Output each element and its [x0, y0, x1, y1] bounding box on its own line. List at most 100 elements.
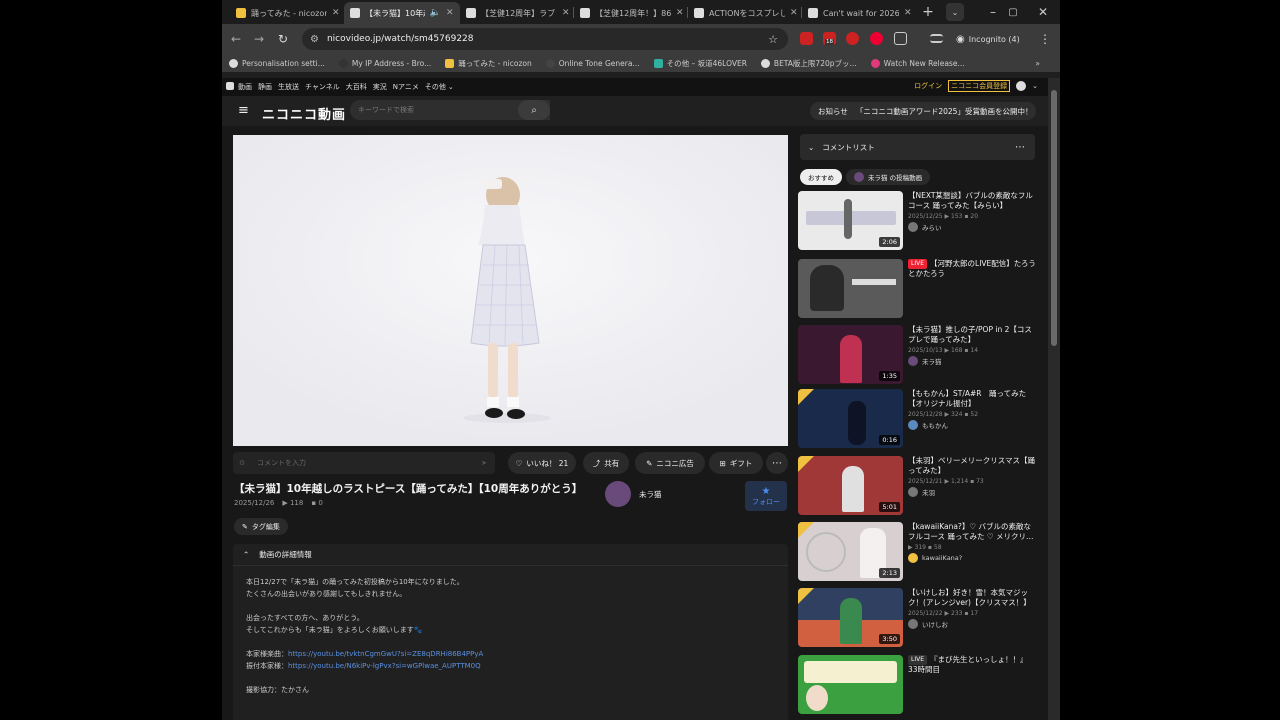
close-icon[interactable]: ✕	[904, 8, 912, 18]
extension-icon-1[interactable]	[800, 32, 813, 45]
recommendation-title[interactable]: LIVE 『まび先生といっしょ！！』33時間目	[908, 655, 1036, 675]
comment-list-header[interactable]: ⌄ コメントリスト ⋯	[800, 134, 1035, 160]
more-actions-icon[interactable]: ⋯	[766, 452, 788, 474]
nav-channel[interactable]: チャンネル	[305, 82, 340, 92]
uploader[interactable]: 未ラ猫	[605, 481, 662, 507]
extensions-puzzle-icon[interactable]	[894, 32, 907, 45]
nav-seiga[interactable]: 静画	[258, 82, 272, 92]
close-icon[interactable]: ✕	[790, 8, 798, 18]
tab-1[interactable]: 【未ラ猫】10年越しの 🔈 ✕	[344, 2, 460, 24]
bookmark-0[interactable]: Personalisation setti...	[229, 58, 325, 68]
bookmark-5[interactable]: BETA版上限720pブッ...	[760, 58, 857, 69]
recommendation-author[interactable]: 未羽	[908, 487, 1036, 497]
recommendation-author[interactable]: みらい	[908, 222, 1036, 232]
notice-banner[interactable]: お知らせ 「ニコニコ動画アワード2025」受賞動画を公開中！	[810, 102, 1036, 120]
recommendation-item[interactable]: 2:13 【kawaiiKana?】♡ バブルの素敵なフルコース 踊ってみた ♡…	[798, 522, 1038, 586]
forward-icon[interactable]: →	[250, 30, 268, 48]
video-thumbnail[interactable]: 5:01	[798, 456, 903, 515]
reading-list-icon[interactable]	[930, 34, 943, 43]
uploader-avatar[interactable]	[605, 481, 631, 507]
back-icon[interactable]: ←	[227, 30, 245, 48]
comment-settings-icon[interactable]: ⚙	[239, 459, 245, 467]
recommendation-item[interactable]: 5:01 【未羽】ベリーメリークリスマス【踊ってみた】 2025/12/21 ▶…	[798, 456, 1038, 520]
tab-search-icon[interactable]: ⌄	[946, 3, 964, 21]
niconico-logo[interactable]: ニコニコ動画	[262, 104, 346, 123]
choreo-link[interactable]: https://youtu.be/N6kiPv-lgPvx?si=wGPlwae…	[288, 662, 481, 670]
video-player[interactable]	[233, 135, 788, 446]
recommendation-title[interactable]: 【未ラ猫】推しの子/POP in 2【コスプレで踊ってみた】	[908, 325, 1036, 345]
recommendation-item[interactable]: 0:16 【ももかん】ST/A#R 踊ってみた【オリジナル振付】 2025/12…	[798, 389, 1038, 453]
recommendation-title[interactable]: LIVE 【河野太郎のLIVE配信】たろうとかたろう	[908, 259, 1036, 279]
video-thumbnail[interactable]	[798, 655, 903, 714]
video-thumbnail[interactable]: 1:35	[798, 325, 903, 384]
recommendation-title[interactable]: 【kawaiiKana?】♡ バブルの素敵なフルコース 踊ってみた ♡ メリクリ…	[908, 522, 1036, 542]
scrollbar-thumb[interactable]	[1051, 90, 1057, 346]
close-icon[interactable]: ✕	[332, 8, 340, 18]
bookmark-6[interactable]: Watch New Release...	[870, 58, 965, 68]
tab-2[interactable]: 【芝健12周年】ラブレ ✕	[460, 2, 576, 24]
bookmark-4[interactable]: その他 – 坂道46LOVER	[653, 58, 747, 69]
recommendation-title[interactable]: 【NEXT某懇談】バブルの素敵なフルコース 踊ってみた【みらい】	[908, 191, 1036, 211]
nav-live[interactable]: 生放送	[278, 82, 299, 92]
details-header[interactable]: ⌃ 動画の詳細情報	[233, 544, 788, 566]
recommendation-author[interactable]: kawaiiKana?	[908, 553, 1036, 563]
menu-dots-icon[interactable]: ⋮	[1036, 30, 1054, 48]
bookmarks-overflow-button[interactable]: »	[1035, 59, 1040, 68]
video-thumbnail[interactable]	[798, 259, 903, 318]
recommendation-item[interactable]: 1:35 【未ラ猫】推しの子/POP in 2【コスプレで踊ってみた】 2025…	[798, 325, 1038, 389]
recommendation-title[interactable]: 【ももかん】ST/A#R 踊ってみた【オリジナル振付】	[908, 389, 1036, 409]
tab-5[interactable]: Can't wait for 2026 ✕	[802, 2, 918, 24]
recommendation-item[interactable]: LIVE 『まび先生といっしょ！！』33時間目	[798, 655, 1038, 719]
nav-nanime[interactable]: Nアニメ	[393, 82, 419, 92]
video-thumbnail[interactable]: 0:16	[798, 389, 903, 448]
bookmark-3[interactable]: Online Tone Genera...	[545, 58, 640, 68]
chip-recommended[interactable]: おすすめ	[800, 169, 842, 185]
close-icon[interactable]: ✕	[676, 8, 684, 18]
minimize-icon[interactable]: –	[984, 3, 1002, 21]
send-icon[interactable]: ➤	[481, 459, 487, 467]
chip-uploader-videos[interactable]: 未ラ猫 の投稿動画	[846, 169, 931, 185]
login-link[interactable]: ログイン	[914, 81, 942, 91]
hamburger-menu-icon[interactable]: ≡	[238, 103, 249, 118]
recommendation-author[interactable]: 未ラ猫	[908, 356, 1036, 366]
user-avatar-icon[interactable]	[1016, 81, 1027, 91]
extension-icon-2[interactable]: 18	[823, 32, 836, 45]
comment-input[interactable]: ⚙ コメントを入力 ➤	[233, 452, 495, 474]
video-thumbnail[interactable]: 2:13	[798, 522, 903, 581]
bookmark-1[interactable]: My IP Address - Bro...	[338, 58, 431, 68]
tab-4[interactable]: ACTIONをコスプレし ✕	[688, 2, 804, 24]
incognito-indicator[interactable]: ◉ Incognito (4)	[956, 30, 1020, 48]
register-link[interactable]: ニコニコ会員登録	[948, 80, 1011, 92]
search-button[interactable]: ⌕	[518, 100, 550, 120]
extension-icon-3[interactable]	[846, 32, 859, 45]
follow-button[interactable]: ★ フォロー	[745, 481, 787, 511]
recommendation-author[interactable]: いけしお	[908, 619, 1036, 629]
close-window-icon[interactable]: ✕	[1034, 3, 1052, 21]
share-button[interactable]: ⤴ 共有	[583, 452, 629, 474]
niconico-home-icon[interactable]	[226, 82, 234, 90]
nico-ad-button[interactable]: ✎ ニコニ広告	[635, 452, 705, 474]
gift-button[interactable]: ⊞ ギフト	[709, 452, 763, 474]
video-thumbnail[interactable]: 2:06	[798, 191, 903, 250]
close-icon[interactable]: ✕	[446, 8, 454, 18]
reload-icon[interactable]: ↻	[274, 30, 292, 48]
original-song-link[interactable]: https://youtu.be/tvktnCgmGwU?si=ZE8qDRHi…	[288, 650, 483, 658]
recommendation-item[interactable]: LIVE 【河野太郎のLIVE配信】たろうとかたろう	[798, 259, 1038, 323]
recommendation-author[interactable]: ももかん	[908, 420, 1036, 430]
close-icon[interactable]: ✕	[562, 8, 570, 18]
nav-douga[interactable]: 動画	[238, 82, 252, 92]
maximize-icon[interactable]: ▢	[1004, 3, 1022, 21]
video-thumbnail[interactable]: 3:50	[798, 588, 903, 647]
bookmark-2[interactable]: 踊ってみた - nicozon	[445, 58, 532, 69]
more-options-icon[interactable]: ⋯	[1015, 142, 1025, 153]
uploader-name[interactable]: 未ラ猫	[639, 489, 662, 500]
recommendation-item[interactable]: 2:06 【NEXT某懇談】バブルの素敵なフルコース 踊ってみた【みらい】 20…	[798, 191, 1038, 255]
tag-edit-button[interactable]: ✎ タグ編集	[234, 518, 288, 535]
tab-3[interactable]: 【芝健12周年！】86 ✕	[574, 2, 690, 24]
recommendation-title[interactable]: 【いけしお】好き！雪！本気マジック！(アレンジver)【クリスマス！】	[908, 588, 1036, 608]
new-tab-button[interactable]: +	[919, 3, 937, 21]
nav-jikkyo[interactable]: 実況	[373, 82, 387, 92]
address-bar[interactable]: ⚙ nicovideo.jp/watch/sm45769228 ☆	[302, 28, 788, 50]
tab-0[interactable]: 踊ってみた - nicozon ✕	[230, 2, 346, 24]
extension-icon-4[interactable]	[870, 32, 883, 45]
